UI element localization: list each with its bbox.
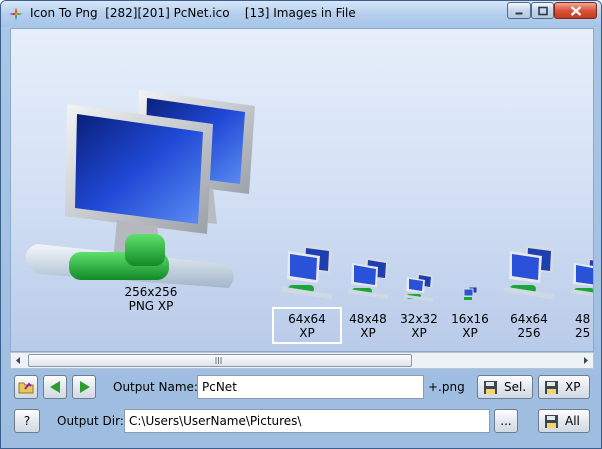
save-selected-button[interactable]: Sel.: [477, 375, 533, 399]
pc-network-icon: [25, 90, 255, 288]
image-caption-format: 256: [517, 326, 541, 340]
image-caption-size: 48x48: [349, 312, 387, 326]
output-name-input[interactable]: PcNet: [197, 375, 424, 399]
window-title: Icon To Png [282][201] PcNet.ico [13] Im…: [30, 6, 356, 20]
image-caption-size: 48: [575, 312, 591, 326]
image-caption-size: 16x16: [451, 312, 489, 326]
app-logo-icon: [9, 7, 23, 21]
image-caption-format: XP: [411, 326, 427, 340]
image-thumb-32-xp[interactable]: 32x32 XP: [397, 271, 441, 346]
scroll-right-icon[interactable]: [578, 353, 593, 368]
save-xp-label: XP: [565, 380, 581, 394]
output-dir-label: Output Dir:: [57, 414, 124, 428]
image-caption-format: PNG XP: [128, 299, 174, 313]
pc-network-icon: [347, 258, 389, 299]
image-caption-size: 32x32: [400, 312, 438, 326]
control-panel: Output Name: PcNet +.png Sel. XP ? Outpu…: [10, 369, 594, 441]
floppy-disk-icon: [484, 381, 497, 394]
previous-button[interactable]: [43, 375, 67, 399]
browse-button[interactable]: ...: [494, 409, 518, 433]
image-preview-strip: 256x256 PNG XP 64x64 XP 48x48 XP 32x32 X…: [10, 28, 594, 352]
image-caption-format: 25: [575, 326, 591, 340]
save-all-button[interactable]: All: [538, 409, 590, 433]
maximize-icon: [537, 6, 548, 15]
minimize-button[interactable]: [507, 2, 531, 19]
pc-network-icon: [463, 286, 478, 300]
pc-network-icon: [569, 258, 593, 297]
next-button[interactable]: [72, 375, 96, 399]
image-caption-format: XP: [360, 326, 376, 340]
horizontal-scrollbar[interactable]: [10, 352, 594, 369]
image-thumb-48-xp[interactable]: 48x48 XP: [344, 255, 392, 345]
help-button[interactable]: ?: [14, 409, 40, 433]
scroll-thumb[interactable]: [28, 354, 412, 367]
floppy-disk-icon: [545, 415, 558, 428]
extension-label: +.png: [428, 380, 465, 394]
image-thumb-48-256[interactable]: 48 25: [566, 255, 593, 345]
grip-icon: [215, 357, 222, 364]
pc-network-icon: [503, 245, 555, 300]
pc-network-icon: [281, 245, 333, 300]
title-bar[interactable]: Icon To Png [282][201] PcNet.ico [13] Im…: [1, 1, 601, 27]
pc-network-icon: [403, 273, 434, 302]
image-thumb-64-256[interactable]: 64x64 256: [499, 241, 559, 346]
output-name-label: Output Name:: [113, 380, 198, 394]
arrow-left-icon: [50, 381, 60, 393]
image-thumb-16-xp[interactable]: 16x16 XP: [448, 286, 492, 346]
open-file-button[interactable]: [14, 375, 38, 399]
save-xp-button[interactable]: XP: [538, 375, 590, 399]
close-icon: [570, 5, 581, 16]
image-thumb-64-xp[interactable]: 64x64 XP: [272, 241, 342, 346]
image-thumb-256[interactable]: 256x256 PNG XP: [11, 84, 291, 344]
app-window: Icon To Png [282][201] PcNet.ico [13] Im…: [0, 0, 602, 449]
image-caption-size: 64x64: [288, 312, 326, 326]
scroll-left-icon[interactable]: [11, 353, 26, 368]
image-caption-format: XP: [299, 326, 315, 340]
open-folder-icon: [18, 382, 34, 394]
floppy-disk-icon: [545, 381, 558, 394]
close-button[interactable]: [554, 2, 597, 19]
minimize-icon: [515, 12, 523, 14]
image-caption-size: 64x64: [510, 312, 548, 326]
maximize-button[interactable]: [531, 2, 554, 19]
image-caption-size: 256x256: [124, 285, 178, 299]
save-all-label: All: [565, 414, 580, 428]
arrow-right-icon: [80, 381, 90, 393]
image-caption-format: XP: [462, 326, 478, 340]
save-selected-label: Sel.: [504, 380, 527, 394]
output-dir-input[interactable]: C:\Users\UserName\Pictures\: [124, 409, 490, 433]
